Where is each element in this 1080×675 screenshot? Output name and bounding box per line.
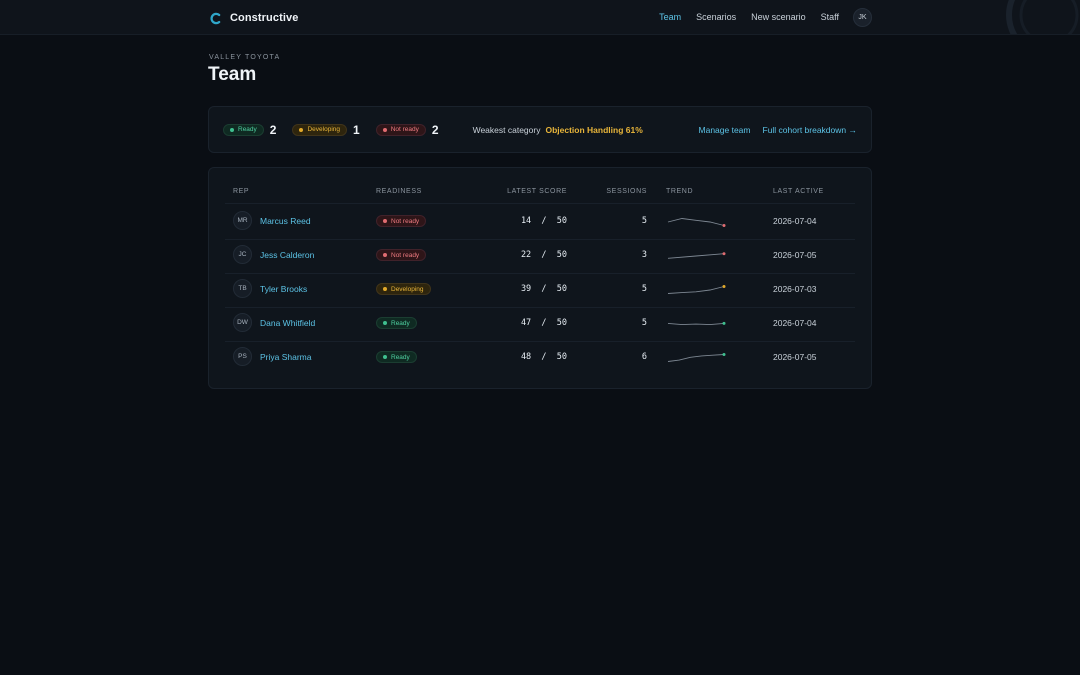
last-active-date: 2026-07-04 (773, 216, 817, 226)
table-row[interactable]: TB Tyler Brooks Developing 39 / 50 5 2026-07-… (209, 273, 871, 307)
developing-badge: Developing (292, 123, 348, 136)
rep-avatar: DW (233, 313, 252, 332)
column-header-last-active: LAST ACTIVE (773, 188, 824, 195)
main-nav: Team Scenarios New scenario Staff JK (644, 7, 872, 27)
sparkline-endpoint (722, 353, 726, 356)
rep-avatar: PS (233, 347, 252, 366)
table-row[interactable]: JC Jess Calderon Not ready 22 / 50 3 2026-07-… (209, 239, 871, 273)
nav-item-new-scenario[interactable]: New scenario (751, 12, 806, 22)
last-active-date: 2026-07-03 (773, 284, 817, 294)
not-ready-badge-label: Not ready (390, 126, 419, 133)
rep-avatar: TB (233, 279, 252, 298)
latest-score: 22 / 50 (520, 250, 567, 260)
logo-icon (209, 12, 222, 25)
trend-sparkline (667, 353, 726, 362)
ready-dot-icon (230, 127, 234, 132)
latest-score: 48 / 50 (520, 352, 567, 362)
trend-sparkline (667, 252, 726, 259)
sessions-count: 3 (641, 250, 647, 260)
header-divider (225, 203, 855, 204)
readiness-badge-label: Ready (391, 319, 410, 327)
readiness-badge: Ready (376, 317, 417, 329)
not-ready-badge: Not ready (375, 123, 426, 136)
sparkline-path (667, 322, 725, 326)
app-name: Constructive (230, 12, 299, 24)
user-avatar[interactable]: JK (853, 7, 872, 27)
rep-name-link[interactable]: Dana Whitfield (260, 318, 315, 328)
ready-badge: Ready (223, 123, 264, 136)
sparkline-path (667, 218, 725, 226)
page-title: Team (208, 64, 257, 85)
rep-avatar: MR (233, 211, 252, 230)
sparkline-path (667, 253, 725, 259)
ready-count: 2 (269, 122, 277, 137)
ready-badge-label: Ready (238, 126, 257, 133)
readiness-badge: Ready (376, 351, 417, 363)
manage-team-link[interactable]: Manage team (699, 125, 751, 135)
rep-name-link[interactable]: Marcus Reed (260, 216, 311, 226)
readiness-dot-icon (383, 219, 387, 223)
team-table: REP READINESS LATEST SCORE SESSIONS TREN… (208, 167, 872, 389)
organization-name: VALLEY TOYOTA (209, 54, 281, 61)
readiness-badge-label: Not ready (391, 251, 420, 259)
not-ready-dot-icon (382, 127, 387, 132)
nav-item-team[interactable]: Team (659, 12, 681, 22)
column-header-sessions: SESSIONS (606, 188, 647, 195)
latest-score: 14 / 50 (520, 216, 567, 226)
rep-name-link[interactable]: Priya Sharma (260, 352, 312, 362)
sessions-count: 5 (641, 216, 647, 226)
developing-count: 1 (353, 122, 360, 137)
sessions-count: 5 (641, 284, 647, 294)
trend-sparkline (667, 321, 726, 326)
sparkline-path (667, 286, 725, 294)
weakest-category-label: Weakest category (472, 124, 541, 135)
trend-sparkline (667, 285, 726, 294)
sessions-count: 6 (641, 352, 647, 362)
last-active-date: 2026-07-05 (773, 250, 817, 260)
nav-item-staff[interactable]: Staff (821, 12, 839, 22)
decorative-rings-icon (1006, 0, 1079, 34)
readiness-badge: Developing (376, 283, 431, 295)
readiness-badge-label: Ready (391, 353, 410, 361)
last-active-date: 2026-07-04 (773, 318, 817, 328)
developing-dot-icon (299, 127, 304, 132)
column-header-trend: TREND (666, 188, 694, 195)
readiness-dot-icon (383, 287, 387, 291)
table-row[interactable]: PS Priya Sharma Ready 48 / 50 6 2026-07-05 (209, 341, 871, 375)
sparkline-endpoint (722, 321, 726, 325)
weakest-category-value: Objection Handling 61% (545, 124, 643, 135)
developing-badge-label: Developing (307, 126, 341, 133)
table-row[interactable]: MR Marcus Reed Not ready 14 / 50 5 2026-07-04 (209, 205, 871, 239)
nav-item-scenarios[interactable]: Scenarios (696, 12, 736, 22)
column-header-latest-score: LATEST SCORE (507, 188, 567, 195)
table-row[interactable]: DW Dana Whitfield Ready 47 / 50 5 2026-07-04 (209, 307, 871, 341)
not-ready-count: 2 (431, 122, 439, 137)
column-header-rep: REP (233, 188, 250, 195)
readiness-badge-label: Developing (391, 285, 424, 293)
readiness-dot-icon (383, 253, 387, 257)
trend-sparkline (667, 218, 726, 227)
latest-score: 39 / 50 (520, 284, 567, 294)
full-cohort-breakdown-link[interactable]: Full cohort breakdown → (763, 125, 858, 135)
latest-score: 47 / 50 (520, 318, 567, 328)
readiness-dot-icon (383, 355, 387, 359)
top-navigation-bar: Constructive Team Scenarios New scenario… (0, 0, 1080, 35)
column-header-readiness: READINESS (376, 188, 422, 195)
rep-name-link[interactable]: Tyler Brooks (260, 284, 307, 294)
sessions-count: 5 (641, 318, 647, 328)
brand[interactable]: Constructive (209, 10, 298, 26)
readiness-badge: Not ready (376, 249, 427, 261)
sparkline-endpoint (722, 285, 726, 288)
sparkline-endpoint (722, 224, 726, 227)
sparkline-path (667, 354, 725, 362)
last-active-date: 2026-07-05 (773, 352, 817, 362)
rep-avatar: JC (233, 245, 252, 264)
readiness-summary-card: Ready 2 Developing 1 Not ready 2 Weakest… (208, 106, 872, 153)
readiness-badge: Not ready (376, 215, 427, 227)
readiness-dot-icon (383, 321, 387, 325)
readiness-badge-label: Not ready (391, 217, 420, 225)
sparkline-endpoint (722, 252, 726, 256)
rep-name-link[interactable]: Jess Calderon (260, 250, 314, 260)
